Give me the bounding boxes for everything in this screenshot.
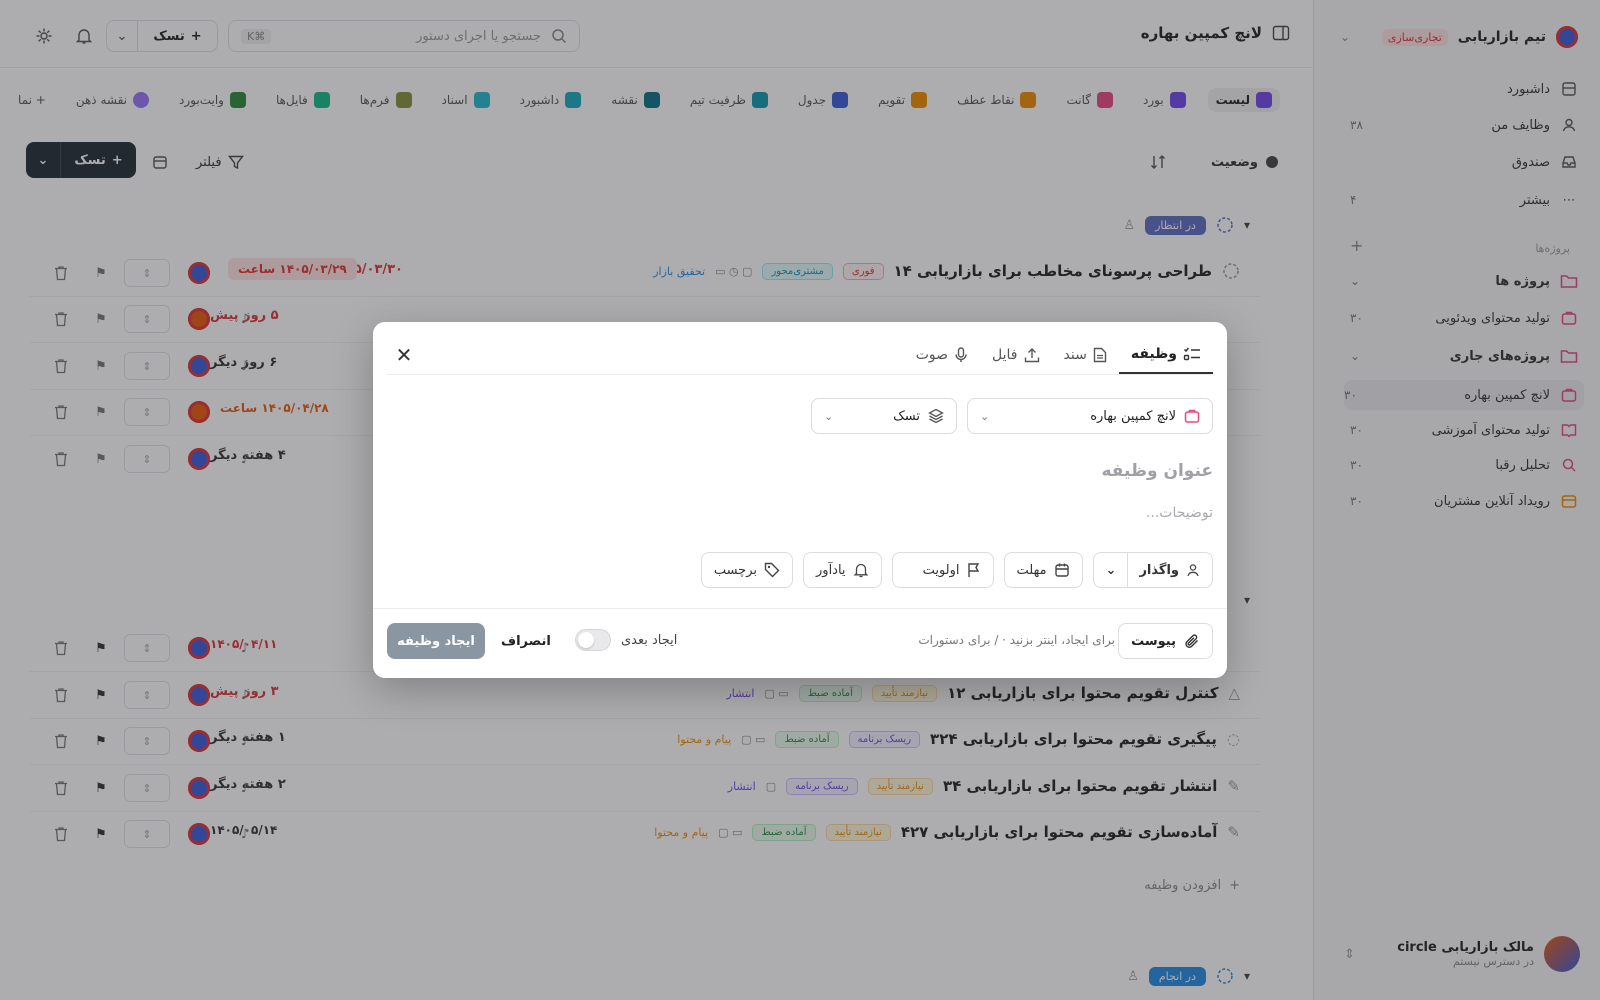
assignee-button[interactable]: واگذار ⌄ bbox=[1092, 552, 1213, 588]
divider bbox=[387, 374, 1213, 375]
create-next-toggle[interactable]: ایجاد بعدی bbox=[575, 629, 677, 651]
chevron-down-icon: ⌄ bbox=[980, 409, 990, 423]
create-task-button[interactable]: ایجاد وظیفه bbox=[387, 623, 485, 659]
flag-icon bbox=[967, 562, 981, 578]
tab-file[interactable]: فایل bbox=[980, 336, 1051, 374]
tab-task[interactable]: وظیفه bbox=[1118, 336, 1213, 374]
tab-audio-label: صوت bbox=[915, 347, 949, 363]
attach-label: پیوست bbox=[1131, 633, 1176, 649]
task-title-input[interactable] bbox=[387, 456, 1213, 486]
layers-icon bbox=[928, 408, 944, 424]
bell-icon bbox=[853, 562, 869, 578]
toggle-switch[interactable] bbox=[575, 629, 611, 651]
task-description-input[interactable] bbox=[387, 500, 1213, 526]
divider bbox=[1127, 552, 1129, 588]
keyboard-hint: برای ایجاد، اینتر بزنید ⋅ / برای دستورات bbox=[918, 633, 1115, 647]
user-icon bbox=[1186, 563, 1200, 577]
paperclip-icon bbox=[1184, 633, 1200, 649]
chevron-down-icon: ⌄ bbox=[824, 409, 834, 423]
project-icon bbox=[1184, 408, 1200, 424]
chevron-down-icon[interactable]: ⌄ bbox=[1106, 563, 1117, 578]
assignee-label: واگذار bbox=[1139, 562, 1179, 578]
project-select[interactable]: لانچ کمپین بهاره ⌄ bbox=[967, 398, 1213, 434]
tab-document-label: سند bbox=[1063, 347, 1087, 363]
priority-button[interactable]: اولویت bbox=[891, 552, 994, 588]
reminder-button[interactable]: یادآور bbox=[803, 552, 882, 588]
create-next-label: ایجاد بعدی bbox=[621, 632, 678, 648]
calendar-icon bbox=[1054, 562, 1070, 578]
cancel-button[interactable]: انصراف bbox=[501, 623, 551, 659]
document-icon bbox=[1093, 347, 1107, 363]
tag-icon bbox=[764, 562, 780, 578]
tab-task-label: وظیفه bbox=[1130, 346, 1177, 362]
dialog-footer: پیوست برای ایجاد، اینتر بزنید ⋅ / برای د… bbox=[373, 608, 1227, 678]
type-select[interactable]: تسک ⌄ bbox=[811, 398, 957, 434]
tab-file-label: فایل bbox=[992, 347, 1018, 363]
priority-label: اولویت bbox=[922, 562, 960, 578]
tag-button[interactable]: برچسب bbox=[700, 552, 794, 588]
tab-audio[interactable]: صوت bbox=[904, 336, 980, 374]
task-properties: واگذار ⌄ مهلت اولویت یادآور برچسب bbox=[700, 552, 1213, 588]
create-task-dialog: وظیفه سند فایل صوت ✕ لانچ کمپین بهاره ⌄ … bbox=[373, 322, 1227, 678]
microphone-icon bbox=[954, 347, 968, 363]
attach-button[interactable]: پیوست bbox=[1118, 623, 1213, 659]
close-icon[interactable]: ✕ bbox=[391, 342, 417, 368]
due-date-button[interactable]: مهلت bbox=[1003, 552, 1083, 588]
due-date-label: مهلت bbox=[1016, 562, 1047, 578]
tag-label: برچسب bbox=[713, 562, 758, 578]
create-type-tabs: وظیفه سند فایل صوت bbox=[904, 336, 1213, 374]
tab-document[interactable]: سند bbox=[1052, 336, 1119, 374]
reminder-label: یادآور bbox=[816, 562, 846, 578]
project-select-value: لانچ کمپین بهاره bbox=[1090, 408, 1176, 424]
type-select-value: تسک bbox=[893, 408, 920, 424]
task-list-icon bbox=[1183, 346, 1201, 362]
upload-icon bbox=[1024, 347, 1040, 363]
